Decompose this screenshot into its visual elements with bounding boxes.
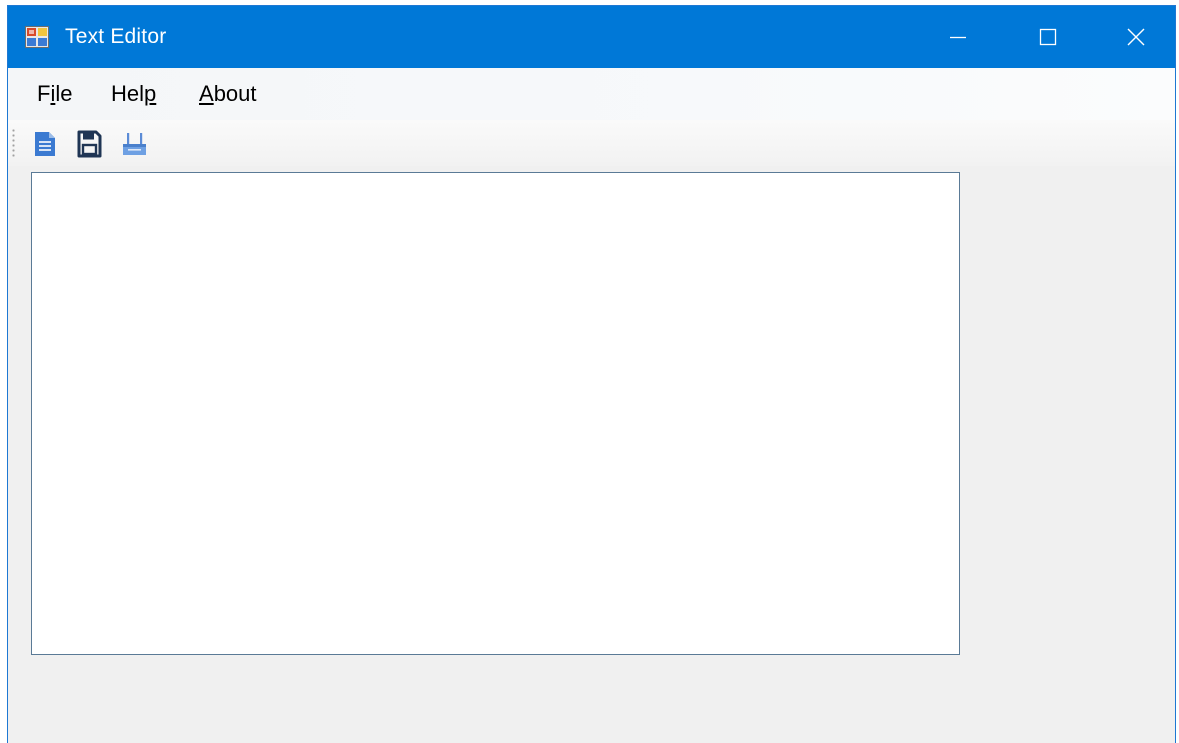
minimize-button[interactable]: [913, 6, 1003, 68]
text-editor-area[interactable]: [31, 172, 960, 655]
menu-help[interactable]: Help: [109, 81, 158, 107]
new-button[interactable]: [31, 129, 61, 159]
main-window: Text Editor File Help About: [7, 5, 1176, 743]
toolbar: [8, 120, 1175, 166]
window-title: Text Editor: [65, 25, 167, 48]
close-icon: [1127, 28, 1145, 46]
document-icon: [35, 132, 55, 156]
title-bar[interactable]: Text Editor: [8, 6, 1175, 68]
menu-mnemonic: A: [199, 81, 214, 106]
save-button[interactable]: [74, 129, 104, 159]
save-icon: [77, 130, 102, 158]
menu-mnemonic: p: [144, 81, 157, 106]
menu-mnemonic: i: [50, 81, 56, 106]
maximize-button[interactable]: [1003, 6, 1093, 68]
menu-bar: File Help About: [8, 68, 1175, 120]
menu-about[interactable]: About: [197, 81, 259, 107]
close-button[interactable]: [1091, 6, 1179, 68]
minimize-icon: [950, 36, 966, 39]
menu-file[interactable]: File: [35, 81, 74, 107]
app-window-icon[interactable]: [25, 26, 49, 48]
print-button[interactable]: [119, 129, 149, 159]
print-icon: [123, 133, 146, 155]
toolbar-grip[interactable]: [12, 128, 15, 158]
maximize-icon: [1039, 28, 1057, 46]
